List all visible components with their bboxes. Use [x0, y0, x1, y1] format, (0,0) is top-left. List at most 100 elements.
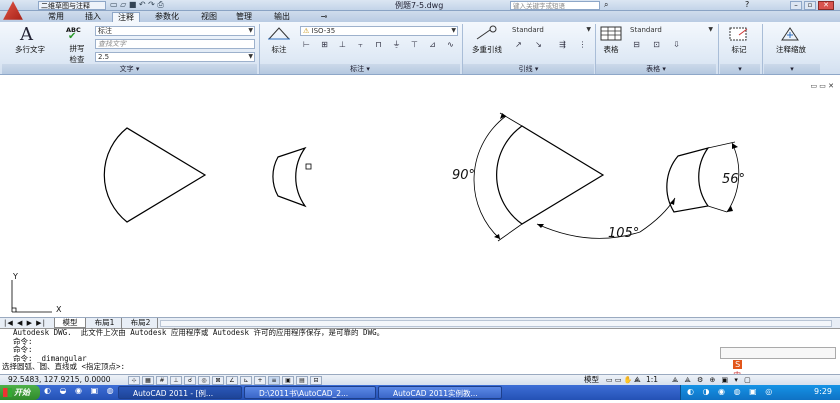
annotation-scale-button[interactable]: 注释缩放 — [766, 44, 816, 55]
tab-insert[interactable]: 插入 — [80, 12, 106, 22]
status-tray-icons[interactable]: ⟁ ⟁ ⚙ ⊕ ▣ ▾ ▢ — [672, 375, 753, 385]
restore-button[interactable]: ▫ — [804, 1, 816, 10]
infer-constraints-toggle[interactable]: ⊹ — [128, 376, 140, 385]
start-button[interactable]: 开始 — [0, 385, 40, 400]
dim-adjust-icon[interactable]: ⫟ — [354, 39, 367, 50]
dim-update-icon[interactable]: ⊿ — [426, 39, 439, 50]
find-text-input[interactable]: 查找文字 — [95, 39, 255, 49]
dim-linear-icon[interactable]: ⊢ — [300, 39, 313, 50]
ime-toolbar[interactable]: S 中 ◗ ° ⌨ ▦ ✎ — [720, 347, 836, 391]
table-style-select[interactable]: Standard ▼ — [628, 26, 714, 36]
undo-icon[interactable]: ↶ — [139, 0, 146, 9]
dyn-toggle[interactable]: + — [254, 376, 266, 385]
new-icon[interactable]: ▭ — [110, 0, 118, 9]
save-icon[interactable]: ■ — [129, 0, 137, 9]
dim-jogline-icon[interactable]: ⏚ — [390, 39, 403, 50]
model-space-label[interactable]: 模型 — [584, 375, 599, 385]
command-history-line: Autodesk DWG. 此文件上次由 Autodesk 应用程序或 Auto… — [13, 328, 385, 337]
dimension-button[interactable]: 标注 — [266, 44, 292, 55]
tab-manage[interactable]: 管理 — [230, 12, 258, 22]
minimize-button[interactable]: – — [790, 1, 802, 10]
command-prompt[interactable]: 选择圆弧、圆、直线或 <指定顶点>: — [0, 362, 840, 372]
panel-label-text[interactable]: 文字 ▾ — [2, 64, 257, 74]
snap-toggle[interactable]: ▦ — [142, 376, 154, 385]
transparency-toggle[interactable]: ▣ — [282, 376, 294, 385]
annotation-scale-value[interactable]: 1:1 — [646, 375, 658, 385]
multileader-button[interactable]: 多重引线 — [466, 44, 508, 55]
osnap-toggle[interactable]: ◎ — [198, 376, 210, 385]
quick-properties-toggle[interactable]: ▤ — [296, 376, 308, 385]
panel-label-dimension[interactable]: 标注 ▾ — [260, 64, 460, 74]
ortho-toggle[interactable]: ⊥ — [170, 376, 182, 385]
spell-check-button[interactable]: 拼写 检查 — [62, 43, 92, 65]
tab-home[interactable]: 常用 — [42, 12, 70, 22]
dimstyle-select[interactable]: ⚠ ISO-35 ▼ — [300, 26, 458, 36]
taskbar-item-doc[interactable]: AutoCAD 2011实例教... — [378, 386, 502, 399]
panel-label-scale[interactable]: ▾ — [764, 64, 820, 74]
dimension-icon[interactable] — [266, 25, 292, 41]
remove-leader-icon[interactable]: ↘ — [532, 39, 545, 50]
ducs-toggle[interactable]: ⊾ — [240, 376, 252, 385]
horizontal-scrollbar[interactable] — [160, 320, 832, 327]
workspace-switcher[interactable]: 二维草图与注释 — [38, 1, 106, 10]
drawing-canvas[interactable]: ▭ ▭ ✕ 90° 105° 56° Y X — [0, 76, 840, 317]
plot-icon[interactable]: ⎙ — [157, 0, 163, 9]
dim-baseline-icon[interactable]: ⊓ — [372, 39, 385, 50]
dim-break-icon[interactable]: ⊥ — [336, 39, 349, 50]
multileader-icon[interactable] — [474, 25, 500, 41]
command-line[interactable]: Autodesk DWG. 此文件上次由 Autodesk 应用程序或 Auto… — [0, 328, 840, 391]
annotation-scale-icon[interactable] — [778, 25, 802, 43]
text-style-select[interactable]: 标注 ▼ — [95, 26, 255, 36]
help-icon[interactable]: ? — [745, 0, 749, 9]
collect-leader-icon[interactable]: ⋮ — [576, 39, 589, 50]
tray-icons[interactable]: ◐ ◑ ◉ ◍ ▣ ◎ — [687, 387, 775, 396]
tab-parametric[interactable]: 参数化 — [148, 12, 186, 22]
ucs-y-label: Y — [13, 272, 18, 281]
align-leader-icon[interactable]: ⇶ — [556, 39, 569, 50]
text-height-value: 2.5 — [98, 53, 110, 61]
tab-output[interactable]: 输出 — [268, 12, 296, 22]
lineweight-toggle[interactable]: ≡ — [268, 376, 280, 385]
tab-layout1[interactable]: 布局1 — [88, 318, 122, 328]
tab-layout2[interactable]: 布局2 — [124, 318, 158, 328]
leader-style-select[interactable]: Standard ▼ — [510, 26, 592, 36]
table-icon[interactable] — [600, 26, 622, 41]
text-style-value: 标注 — [98, 27, 112, 35]
dim-inspect-icon[interactable]: ⊤ — [408, 39, 421, 50]
dim-oblique-icon[interactable]: ∿ — [444, 39, 457, 50]
tab-view[interactable]: 视图 — [196, 12, 222, 22]
polar-toggle[interactable]: ☌ — [184, 376, 196, 385]
redo-icon[interactable]: ↷ — [148, 0, 155, 9]
download-source-icon[interactable]: ⇩ — [670, 39, 683, 50]
tab-nav-arrows[interactable]: |◀ ◀ ▶ ▶| — [4, 318, 46, 328]
search-input[interactable]: 键入关键字或短语 — [510, 1, 600, 10]
multiline-text-icon[interactable]: A — [20, 24, 33, 45]
add-leader-icon[interactable]: ↗ — [512, 39, 525, 50]
panel-label-markup[interactable]: ▾ — [720, 64, 760, 74]
taskbar-item-autocad[interactable]: AutoCAD 2011 - [例... — [118, 386, 242, 399]
text-height-select[interactable]: 2.5 ▼ — [95, 52, 255, 62]
sector-shape — [496, 125, 605, 225]
markup-icon[interactable] — [728, 26, 750, 42]
ribbon-minimize-icon[interactable]: ⊸ — [314, 12, 334, 22]
3dosnap-toggle[interactable]: ⊠ — [212, 376, 224, 385]
panel-label-leader[interactable]: 引线 ▾ — [463, 64, 594, 74]
grid-toggle[interactable]: # — [156, 376, 168, 385]
quick-launch-icons[interactable]: ◐ ◒ ◉ ▣ ◍ — [44, 386, 117, 395]
tab-model[interactable]: 模型 — [54, 318, 86, 328]
extract-data-icon[interactable]: ⊡ — [650, 39, 663, 50]
multiline-text-button[interactable]: 多行文字 — [10, 44, 50, 55]
open-icon[interactable]: ▱ — [120, 0, 126, 9]
markup-button[interactable]: 标记 — [722, 44, 756, 55]
data-link-icon[interactable]: ⊟ — [630, 39, 643, 50]
dim-continue-icon[interactable]: ⊞ — [318, 39, 331, 50]
otrack-toggle[interactable]: ∠ — [226, 376, 238, 385]
taskbar-item-folder[interactable]: D:\2011书\AutoCAD_2... — [244, 386, 376, 399]
search-icon[interactable]: ⌕ — [604, 0, 608, 10]
tab-annotate[interactable]: 注释 — [112, 12, 140, 22]
selection-cycling-toggle[interactable]: ⊟ — [310, 376, 322, 385]
start-label: 开始 — [14, 388, 30, 397]
table-button[interactable]: 表格 — [596, 44, 626, 55]
close-button[interactable]: ✕ — [818, 1, 834, 10]
panel-label-table[interactable]: 表格 ▾ — [596, 64, 716, 74]
